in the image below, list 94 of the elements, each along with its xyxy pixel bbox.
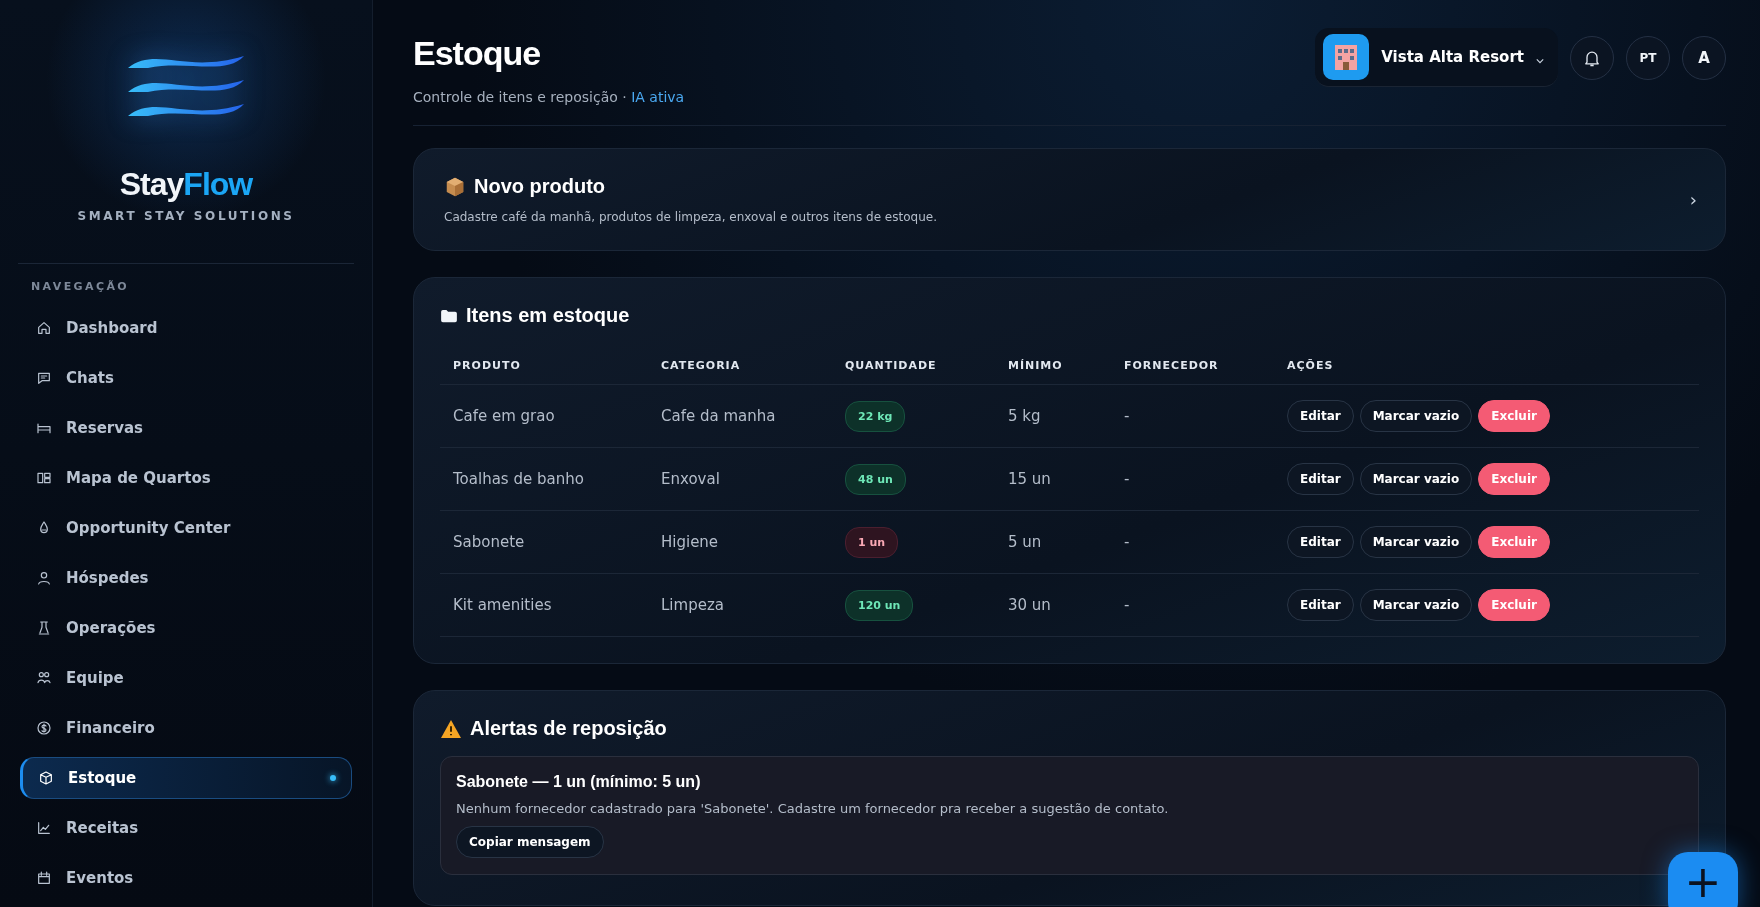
nav-label: Reservas (66, 419, 144, 437)
property-selector[interactable]: Vista Alta Resort (1315, 28, 1558, 87)
nav-icon (36, 570, 52, 586)
nav-item[interactable]: Hóspedes (20, 557, 352, 599)
copy-message-button[interactable]: Copiar mensagem (456, 826, 604, 858)
chevron-icon: › (1689, 189, 1697, 210)
table-cell: - (1111, 574, 1274, 637)
page-title: Estoque (413, 34, 542, 73)
table-cell: Cafe da manha (648, 385, 832, 448)
quantity-badge: 48 un (845, 463, 906, 495)
column-header: CATEGORIA (648, 343, 832, 385)
caret-icon (1536, 58, 1544, 64)
hotel-icon (1323, 34, 1370, 80)
table-cell: - (1111, 448, 1274, 511)
nav-icon (36, 470, 52, 486)
table-cell: 5 un (995, 511, 1111, 574)
nav-icon (36, 620, 52, 636)
column-header: QUANTIDADE (832, 343, 995, 385)
card-title: Itens em estoque (466, 304, 630, 327)
add-button[interactable]: + (1668, 852, 1738, 907)
column-header: MÍNIMO (995, 343, 1111, 385)
nav-label: Operações (66, 619, 156, 637)
mark-empty-button[interactable]: Marcar vazio (1359, 589, 1473, 621)
column-header: PRODUTO (440, 343, 648, 385)
nav-icon (36, 720, 52, 736)
nav-item[interactable]: Mapa de Quartos (20, 457, 352, 499)
nav-label: Financeiro (66, 719, 155, 737)
brand-tagline: SMART STAY SOLUTIONS (77, 209, 295, 223)
nav-label: Hóspedes (66, 569, 149, 587)
brand-name: StayFlow (119, 166, 253, 203)
table-cell: 5 kg (995, 385, 1111, 448)
nav-item[interactable]: Estoque (20, 757, 352, 799)
nav-label: Dashboard (66, 319, 158, 337)
edit-button[interactable]: Editar (1287, 589, 1354, 621)
table-cell: Limpeza (648, 574, 832, 637)
nav-item[interactable]: Reservas (20, 407, 352, 449)
table-cell: Higiene (648, 511, 832, 574)
nav-icon (36, 320, 52, 336)
notifications-button[interactable] (1570, 35, 1614, 80)
nav-label: Mapa de Quartos (66, 469, 211, 487)
table-cell: Kit amenities (440, 574, 648, 637)
nav-item[interactable]: Receitas (20, 807, 352, 849)
column-header: AÇÕES (1274, 343, 1699, 385)
nav-label: Opportunity Center (66, 519, 231, 537)
nav-icon (38, 770, 54, 786)
table-cell: 15 un (995, 448, 1111, 511)
folder-icon (440, 308, 458, 323)
nav-icon (36, 870, 52, 886)
page-subtitle: Controle de itens e reposição · (413, 89, 627, 105)
nav-icon (36, 370, 52, 386)
mark-empty-button[interactable]: Marcar vazio (1359, 526, 1473, 558)
quantity-badge: 120 un (845, 589, 914, 621)
card-description: Cadastre café da manhã, produtos de limpeza, enxoval e outros itens de estoque. (444, 210, 937, 224)
nav-label: Eventos (66, 869, 134, 887)
card-title: Alertas de reposição (470, 717, 667, 740)
nav-item[interactable]: Dashboard (20, 307, 352, 349)
language-button[interactable]: PT (1626, 35, 1670, 80)
warning-icon (440, 718, 462, 739)
nav-label: Receitas (66, 819, 139, 837)
ai-status: IA ativa (631, 89, 685, 105)
column-header: FORNECEDOR (1111, 343, 1274, 385)
nav-item[interactable]: Financeiro (20, 707, 352, 749)
quantity-badge: 22 kg (845, 400, 906, 432)
nav-icon (36, 820, 52, 836)
table-cell: Cafe em grao (440, 385, 648, 448)
table-cell: - (1111, 511, 1274, 574)
nav-item[interactable]: Equipe (20, 657, 352, 699)
table-cell: Sabonete (440, 511, 648, 574)
mark-empty-button[interactable]: Marcar vazio (1359, 400, 1473, 432)
avatar-button[interactable]: A (1682, 35, 1726, 80)
nav-label: Chats (66, 369, 114, 387)
mark-empty-button[interactable]: Marcar vazio (1359, 463, 1473, 495)
nav-icon (36, 670, 52, 686)
alert-title: Sabonete — 1 un (mínimo: 5 un) (456, 773, 702, 791)
active-dot (330, 775, 336, 781)
nav-item[interactable]: Eventos (20, 857, 352, 899)
nav-label: Estoque (68, 769, 137, 787)
nav-label: Equipe (66, 669, 124, 687)
table-cell: 30 un (995, 574, 1111, 637)
nav-section-title: NAVEGAÇÃO (30, 279, 131, 295)
quantity-badge: 1 un (845, 526, 899, 558)
edit-button[interactable]: Editar (1287, 526, 1354, 558)
nav-item[interactable]: Opportunity Center (20, 507, 352, 549)
nav-item[interactable]: Operações (20, 607, 352, 649)
new-product-card[interactable]: Novo produto Cadastre café da manhã, produtos de limpeza, enxoval e outros itens de estoque. › (413, 148, 1726, 251)
nav-item[interactable]: Chats (20, 357, 352, 399)
package-icon (444, 175, 466, 198)
table-cell: - (1111, 385, 1274, 448)
alert-message: Nenhum fornecedor cadastrado para 'Sabonete'. Cadastre um fornecedor pra receber a sugestão de contato. (456, 801, 1170, 816)
card-title: Novo produto (474, 175, 606, 198)
table-cell: Toalhas de banho (440, 448, 648, 511)
edit-button[interactable]: Editar (1287, 463, 1354, 495)
edit-button[interactable]: Editar (1287, 400, 1354, 432)
table-cell: Enxoval (648, 448, 832, 511)
